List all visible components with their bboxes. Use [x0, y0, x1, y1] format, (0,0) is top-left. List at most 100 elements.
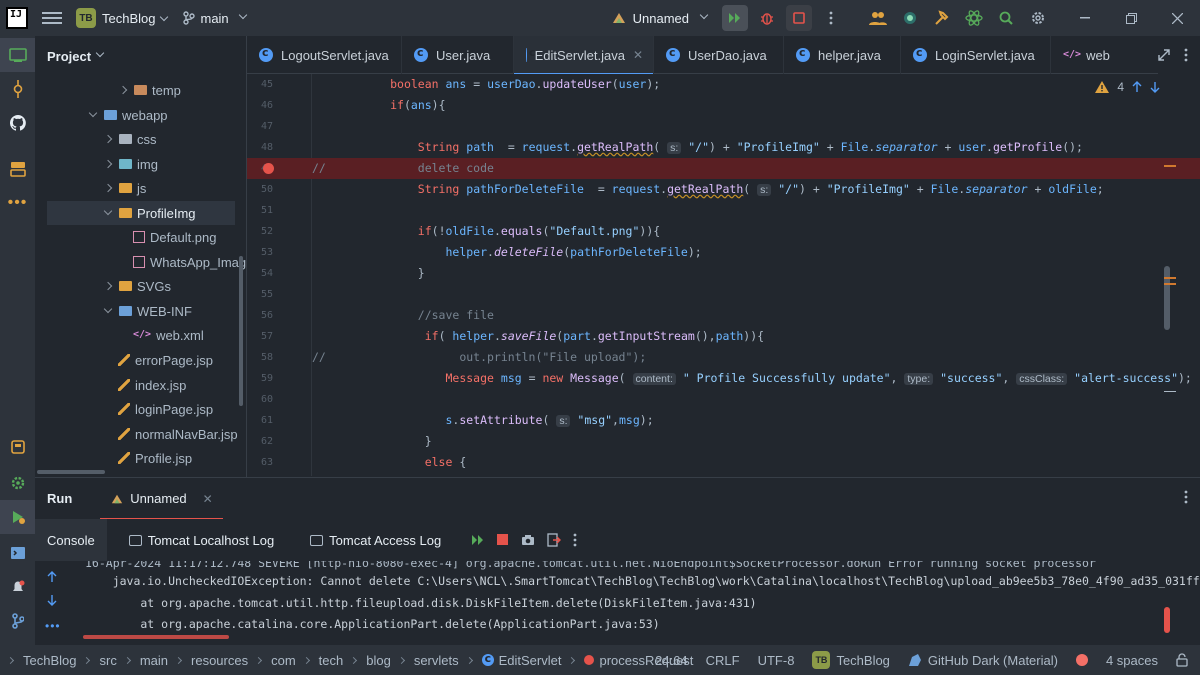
project-horizontal-scrollbar[interactable]	[37, 470, 105, 474]
run-window-options[interactable]	[1184, 490, 1188, 507]
rerun-icon[interactable]	[471, 534, 485, 546]
console-vertical-scrollbar[interactable]	[1164, 607, 1170, 633]
caret-position[interactable]: 24:64	[655, 653, 688, 668]
lock-icon[interactable]	[1176, 653, 1188, 667]
breadcrumb-item[interactable]: resources	[191, 653, 248, 668]
tree-item-profile[interactable]: Profile.jsp	[118, 446, 192, 470]
tab-loginservlet[interactable]: LoginServlet.java	[901, 36, 1051, 74]
search-everywhere-button[interactable]	[993, 5, 1019, 31]
error-stripe-mark[interactable]	[1164, 277, 1176, 279]
maximize-button[interactable]	[1108, 0, 1154, 36]
tree-item-normalnavbar[interactable]: normalNavBar.jsp	[118, 422, 238, 446]
tree-item-whatsapp-image[interactable]: WhatsApp_Image_	[133, 250, 246, 274]
tab-close-icon[interactable]: ✕	[633, 48, 643, 62]
close-icon[interactable]: ✕	[203, 492, 213, 506]
project-panel-header[interactable]: Project	[35, 36, 246, 76]
tree-item-profileimg[interactable]: ProfileImg	[47, 201, 235, 225]
main-menu-icon[interactable]	[42, 12, 62, 24]
error-stripe-mark[interactable]	[1164, 283, 1176, 285]
tab-helper[interactable]: helper.java	[784, 36, 901, 74]
code-with-me-button[interactable]	[865, 5, 891, 31]
stop-button[interactable]	[786, 5, 812, 31]
tab-web-xml[interactable]: </> web	[1051, 36, 1121, 74]
build-button[interactable]	[929, 5, 955, 31]
structure-tool-button[interactable]	[0, 152, 35, 186]
breakpoint-icon[interactable]	[263, 163, 274, 174]
minimize-button[interactable]	[1062, 0, 1108, 36]
file-encoding[interactable]: UTF-8	[758, 653, 795, 668]
tree-item-default-png[interactable]: Default.png	[133, 225, 217, 249]
status-project[interactable]: TechBlog	[836, 653, 889, 668]
intellij-logo-icon[interactable]	[6, 7, 28, 29]
more-horizontal-icon[interactable]: •••	[45, 619, 61, 633]
project-tool-button[interactable]	[0, 38, 35, 72]
expand-editor-icon[interactable]	[1158, 49, 1170, 61]
ai-assistant-button[interactable]	[961, 5, 987, 31]
database-tool-button[interactable]	[0, 430, 35, 464]
indent-setting[interactable]: 4 spaces	[1106, 653, 1158, 668]
tree-item-css[interactable]: css	[103, 127, 157, 151]
breadcrumb-item[interactable]: src	[99, 653, 116, 668]
code-editor[interactable]: 45 boolean ans = userDao.updateUser(user…	[247, 74, 1200, 476]
notification-icon[interactable]	[1075, 654, 1088, 666]
theme-name[interactable]: GitHub Dark (Material)	[928, 653, 1058, 668]
arrow-down-icon[interactable]	[1150, 81, 1160, 93]
arrow-up-icon[interactable]	[1132, 81, 1142, 93]
tree-item-temp[interactable]: temp	[118, 78, 181, 102]
breadcrumb-item[interactable]: blog	[366, 653, 391, 668]
more-vertical-icon[interactable]	[1184, 48, 1188, 62]
run-button[interactable]	[722, 5, 748, 31]
project-vertical-scrollbar[interactable]	[239, 256, 243, 406]
tab-user[interactable]: User.java	[402, 36, 514, 74]
more-vertical-icon[interactable]	[573, 533, 577, 547]
editor-scrollbar[interactable]	[1164, 266, 1170, 330]
tab-editservlet[interactable]: EditServlet.java ✕	[514, 36, 654, 75]
console-output[interactable]: ••• 16-Apr-2024 11:17:12.748 SEVERE [htt…	[35, 561, 1200, 645]
breadcrumb-item[interactable]: TechBlog	[23, 653, 76, 668]
project-switcher[interactable]: TechBlog	[102, 11, 169, 26]
services-tool-button[interactable]	[0, 466, 35, 500]
tree-item-js[interactable]: js	[103, 176, 146, 200]
close-window-button[interactable]	[1154, 0, 1200, 36]
tab-tomcat-localhost-log[interactable]: Tomcat Localhost Log	[117, 519, 286, 561]
error-stripe-mark[interactable]	[1164, 391, 1176, 392]
arrow-up-icon[interactable]	[47, 571, 57, 583]
run-tab-unnamed[interactable]: Unnamed ✕	[100, 478, 224, 520]
tree-item-index[interactable]: index.jsp	[118, 373, 186, 397]
tree-item-loginpage[interactable]: loginPage.jsp	[118, 397, 213, 421]
run-tool-button[interactable]	[0, 500, 35, 534]
camera-icon[interactable]	[521, 534, 535, 546]
error-stripe-mark[interactable]	[1164, 165, 1176, 167]
tree-item-svgs[interactable]: SVGs	[103, 274, 171, 298]
terminal-tool-button[interactable]	[0, 536, 35, 570]
more-actions-button[interactable]	[818, 5, 844, 31]
tree-item-img[interactable]: img	[103, 152, 158, 176]
arrow-down-icon[interactable]	[47, 594, 57, 606]
console-horizontal-scrollbar[interactable]	[83, 635, 229, 639]
problems-tool-button[interactable]	[0, 570, 35, 604]
tab-console[interactable]: Console	[35, 519, 107, 561]
inspection-widget[interactable]: 4	[1095, 80, 1160, 94]
export-icon[interactable]	[547, 533, 562, 547]
git-tool-button[interactable]	[0, 604, 35, 638]
stop-icon[interactable]	[497, 534, 509, 546]
tab-logoutservlet[interactable]: LogoutServlet.java	[247, 36, 402, 74]
tree-item-web-inf[interactable]: WEB-INF	[103, 299, 192, 323]
github-tool-button[interactable]	[0, 106, 35, 140]
tab-tomcat-access-log[interactable]: Tomcat Access Log	[298, 519, 453, 561]
tree-item-errorpage[interactable]: errorPage.jsp	[118, 348, 213, 372]
run-config-selector[interactable]: Unnamed	[611, 11, 709, 26]
tree-item-web-xml[interactable]: </> web.xml	[133, 323, 204, 347]
breadcrumb-item[interactable]: tech	[319, 653, 344, 668]
plugin-status-button[interactable]	[897, 5, 923, 31]
debug-button[interactable]	[754, 5, 780, 31]
tree-item-webapp[interactable]: webapp	[88, 103, 168, 127]
commit-tool-button[interactable]	[0, 72, 35, 106]
more-tools-button[interactable]: •••	[0, 186, 35, 220]
breadcrumb-item[interactable]: main	[140, 653, 168, 668]
breadcrumb-item[interactable]: EditServlet	[499, 653, 562, 668]
line-separator[interactable]: CRLF	[706, 653, 740, 668]
breadcrumb-item[interactable]: servlets	[414, 653, 459, 668]
breadcrumb-item[interactable]: com	[271, 653, 296, 668]
branch-switcher[interactable]: main	[183, 11, 247, 26]
